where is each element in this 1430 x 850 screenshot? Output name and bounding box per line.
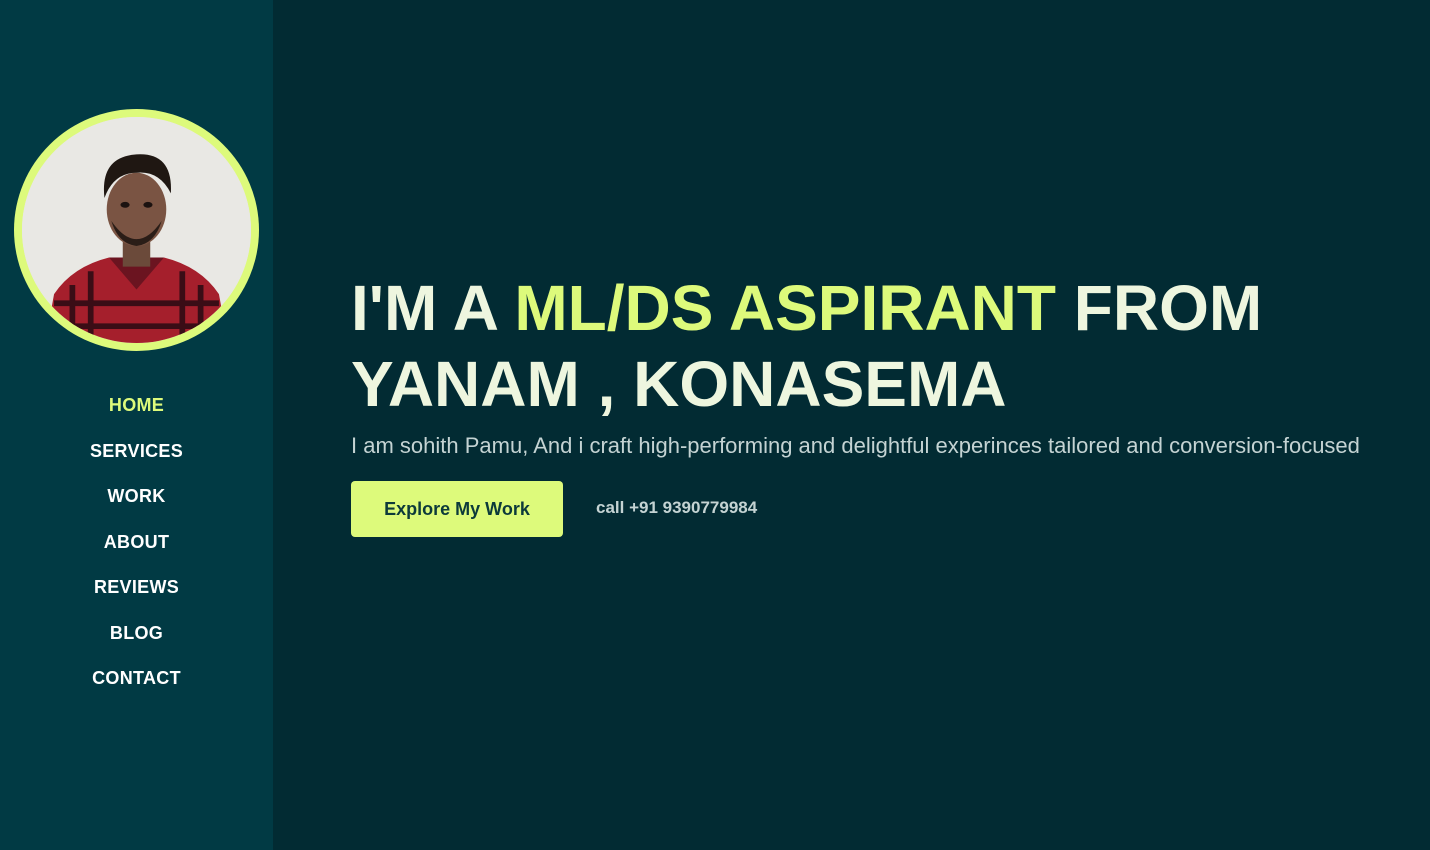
profile-photo-icon: [22, 117, 251, 343]
avatar-ring: [14, 109, 259, 351]
hero-title: I'M A ML/DS ASPIRANT FROM YANAM , KONASEM…: [351, 270, 1262, 422]
hero-title-line2: YANAM , KONASEMA: [351, 348, 1007, 420]
nav-item-about[interactable]: ABOUT: [0, 520, 273, 566]
nav-item-work[interactable]: WORK: [0, 474, 273, 520]
hero-title-prefix: I'M A: [351, 272, 515, 344]
explore-work-button[interactable]: Explore My Work: [351, 481, 563, 537]
hero-title-accent: ML/DS ASPIRANT: [514, 272, 1056, 344]
nav-item-services[interactable]: SERVICES: [0, 429, 273, 475]
sidebar-nav: HOME SERVICES WORK ABOUT REVIEWS BLOG CO…: [0, 383, 273, 702]
sidebar: HOME SERVICES WORK ABOUT REVIEWS BLOG CO…: [0, 0, 273, 850]
nav-item-home[interactable]: HOME: [0, 383, 273, 429]
avatar: [22, 117, 251, 343]
nav-item-contact[interactable]: CONTACT: [0, 656, 273, 702]
page: HOME SERVICES WORK ABOUT REVIEWS BLOG CO…: [0, 0, 1430, 850]
hero-title-middle: FROM: [1055, 272, 1263, 344]
nav-item-reviews[interactable]: REVIEWS: [0, 565, 273, 611]
hero-subtitle: I am sohith Pamu, And i craft high-perfo…: [351, 433, 1360, 458]
call-link[interactable]: call +91 9390779984: [596, 497, 757, 519]
nav-item-blog[interactable]: BLOG: [0, 611, 273, 657]
